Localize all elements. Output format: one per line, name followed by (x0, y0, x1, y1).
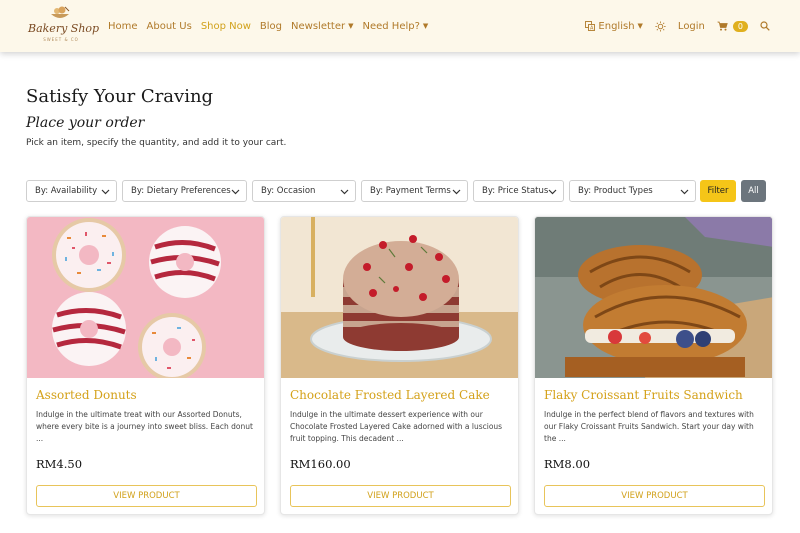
bakery-logo-icon (51, 6, 70, 18)
chevron-down-icon: ▼ (348, 21, 354, 30)
cart-button[interactable]: 0 (717, 20, 748, 32)
filter-price-status-label: By: Price Status (482, 186, 549, 196)
chevron-down-icon: ▼ (422, 21, 429, 30)
chevron-down-icon (340, 189, 349, 195)
filter-occasion-select[interactable]: By: Occasion (252, 180, 356, 202)
page-title: Satisfy Your Craving (26, 86, 214, 107)
nav-shop-now[interactable]: Shop Now (201, 21, 251, 32)
svg-text:A: A (590, 26, 594, 31)
product-description: Indulge in the ultimate dessert experien… (290, 410, 503, 443)
nav-home[interactable]: Home (108, 21, 138, 32)
filter-availability-select[interactable]: By: Availability (26, 180, 117, 202)
nav-need-help-dropdown[interactable]: Need Help? ▼ (362, 21, 428, 32)
croissant-photo[interactable] (535, 217, 772, 378)
filter-payment-label: By: Payment Terms (370, 186, 451, 196)
filter-availability-label: By: Availability (35, 186, 98, 196)
search-button[interactable] (760, 21, 770, 31)
language-dropdown[interactable]: A English ▼ (585, 21, 643, 32)
donuts-photo[interactable] (27, 217, 264, 378)
nav-blog[interactable]: Blog (260, 21, 282, 32)
chevron-down-icon (101, 189, 110, 195)
chevron-down-icon (452, 189, 461, 195)
nav-newsletter-label: Newsletter (291, 20, 346, 32)
view-product-button[interactable]: VIEW PRODUCT (290, 485, 511, 507)
product-price: RM160.00 (290, 457, 351, 471)
language-label: English (598, 20, 635, 32)
nav-about-us[interactable]: About Us (147, 21, 192, 32)
filter-payment-select[interactable]: By: Payment Terms (361, 180, 468, 202)
chevron-down-icon (548, 189, 557, 195)
nav-newsletter-dropdown[interactable]: Newsletter ▼ (291, 21, 353, 32)
brand-tagline: SWEET & CO (43, 37, 79, 42)
page-subtitle: Place your order (26, 115, 145, 131)
view-product-button[interactable]: VIEW PRODUCT (544, 485, 765, 507)
filter-price-status-select[interactable]: By: Price Status (473, 180, 564, 202)
translate-icon: A (585, 21, 596, 31)
cake-photo[interactable] (281, 217, 518, 378)
page-description: Pick an item, specify the quantity, and … (26, 138, 287, 148)
navbar: Bakery Shop SWEET & CO Home About Us Sho… (0, 0, 800, 52)
product-description: Indulge in the perfect blend of flavors … (544, 410, 754, 443)
login-link[interactable]: Login (678, 21, 705, 32)
filter-product-types-label: By: Product Types (578, 186, 653, 196)
product-price: RM4.50 (36, 457, 83, 471)
all-button[interactable]: All (741, 180, 766, 202)
cart-icon (717, 21, 728, 31)
theme-toggle[interactable] (655, 20, 666, 32)
product-price: RM8.00 (544, 457, 591, 471)
product-title[interactable]: Flaky Croissant Fruits Sandwich (544, 388, 743, 402)
product-card: Chocolate Frosted Layered Cake Indulge i… (280, 216, 519, 515)
filter-button[interactable]: Filter (700, 180, 736, 202)
brand-name: Bakery Shop (28, 22, 100, 35)
filter-dietary-label: By: Dietary Preferences (131, 186, 231, 196)
filter-product-types-select[interactable]: By: Product Types (569, 180, 696, 202)
view-product-button[interactable]: VIEW PRODUCT (36, 485, 257, 507)
filter-dietary-select[interactable]: By: Dietary Preferences (122, 180, 247, 202)
search-icon (760, 21, 770, 31)
cart-count-badge: 0 (732, 20, 748, 32)
nav-right: A English ▼ Login 0 (573, 0, 770, 52)
chevron-down-icon (231, 189, 240, 195)
sun-icon (655, 20, 666, 32)
chevron-down-icon: ▼ (637, 22, 643, 30)
product-description: Indulge in the ultimate treat with our A… (36, 410, 253, 443)
nav-links: Home About Us Shop Now Blog Newsletter ▼ … (108, 0, 437, 52)
product-title[interactable]: Chocolate Frosted Layered Cake (290, 388, 490, 402)
product-title[interactable]: Assorted Donuts (36, 388, 137, 402)
chevron-down-icon (680, 189, 689, 195)
brand-logo[interactable]: Bakery Shop SWEET & CO (28, 5, 100, 47)
product-card: Assorted Donuts Indulge in the ultimate … (26, 216, 265, 515)
filter-occasion-label: By: Occasion (261, 186, 316, 196)
product-card: Flaky Croissant Fruits Sandwich Indulge … (534, 216, 773, 515)
nav-need-help-label: Need Help? (362, 20, 420, 32)
